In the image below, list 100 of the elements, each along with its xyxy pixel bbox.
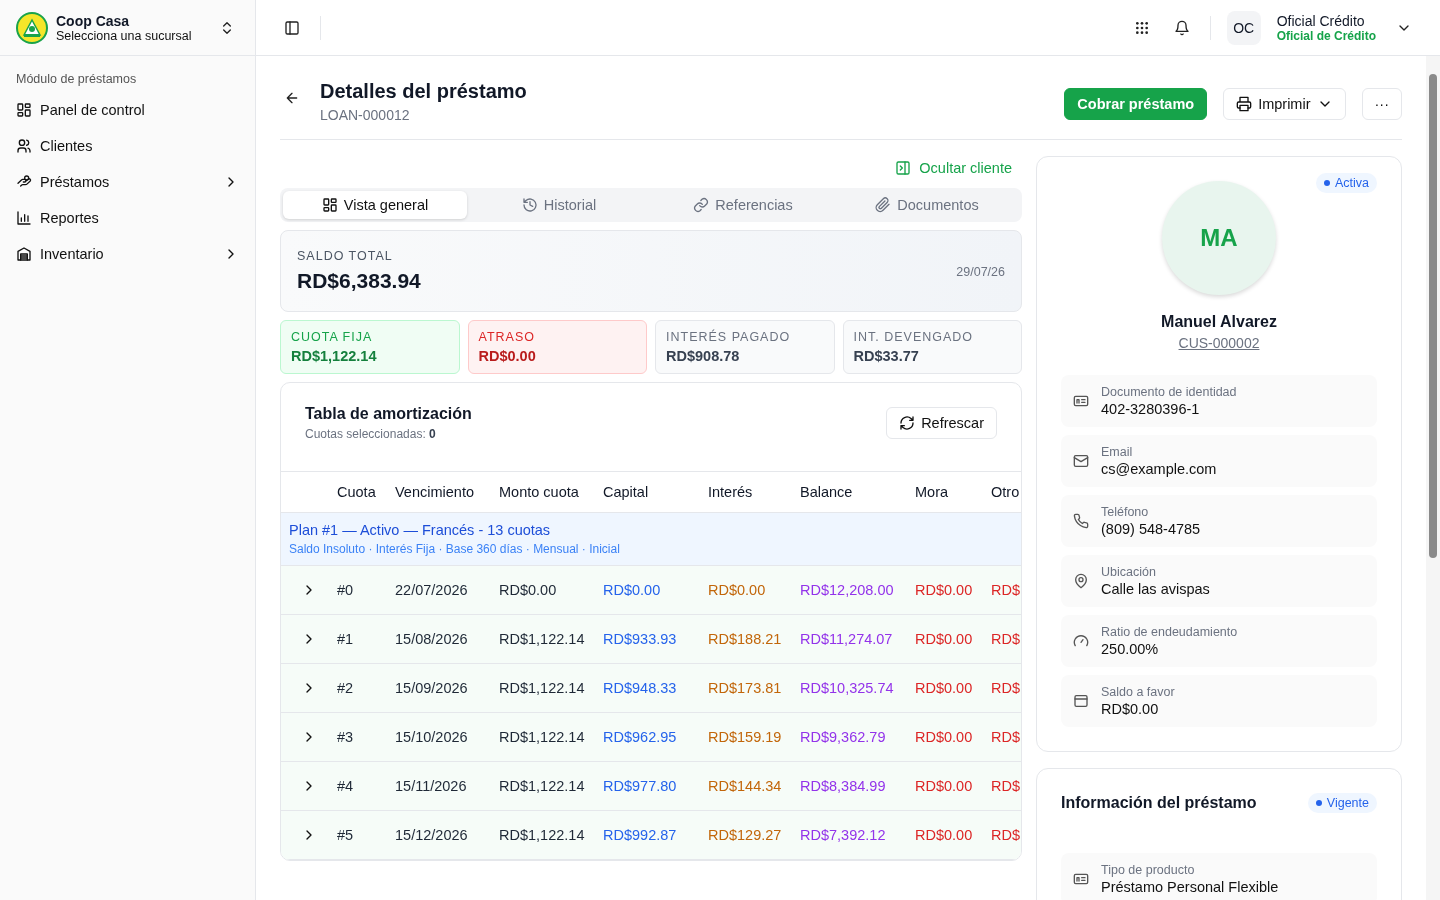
field-value: 250.00% — [1101, 641, 1160, 657]
bell-icon — [1173, 19, 1190, 36]
table-cell: RD$0.00 — [915, 811, 991, 860]
table-cell: RD$933.93 — [603, 615, 708, 664]
table-cell: 22/07/2026 — [395, 566, 499, 615]
page-title: Detalles del préstamo — [320, 80, 528, 103]
table-cell: RD$0.00 — [499, 566, 603, 615]
table-cell: RD$977.80 — [603, 762, 708, 811]
table-cell: RD$12,208.00 — [800, 566, 915, 615]
table-cell: #5 — [337, 811, 395, 860]
field-label: Email — [1101, 445, 1134, 459]
client-code-link[interactable]: CUS-000002 — [1178, 335, 1260, 351]
stat-label: ATRASO — [478, 330, 536, 344]
history-icon — [521, 197, 538, 213]
stat-label: INT. DEVENGADO — [853, 330, 975, 344]
total-balance-amount: RD$6,383.94 — [297, 269, 421, 293]
client-avatar: MA — [1162, 181, 1276, 295]
balance-date: 29/07/26 — [956, 265, 1005, 279]
sidebar-item[interactable]: Clientes — [0, 128, 255, 164]
table-cell: RD$ — [991, 664, 1021, 713]
panel-right-icon — [895, 160, 912, 176]
table-cell: RD$188.21 — [708, 615, 800, 664]
table-cell: RD$144.34 — [708, 762, 800, 811]
status-badge: Vigente — [1307, 793, 1377, 813]
grid-icon — [321, 197, 338, 213]
field-label: Teléfono — [1101, 505, 1150, 519]
table-cell: 15/11/2026 — [395, 762, 499, 811]
wallet-icon — [1073, 693, 1089, 709]
table-cell: RD$0.00 — [915, 664, 991, 713]
amortization-title: Tabla de amortización — [305, 405, 472, 423]
total-balance-label: SALDO TOTAL — [297, 249, 394, 263]
table-cell: RD$9,362.79 — [800, 713, 915, 762]
sidebar-section-title: Módulo de préstamos — [15, 71, 138, 88]
id-card-icon — [1073, 871, 1089, 887]
table-cell: RD$0.00 — [915, 566, 991, 615]
paperclip-icon — [875, 197, 892, 213]
tab[interactable]: Documentos — [835, 191, 1019, 219]
field-label: Documento de identidad — [1101, 385, 1237, 399]
user-role: Oficial de Crédito — [1276, 28, 1376, 43]
sidebar-item[interactable]: Reportes — [0, 200, 255, 236]
table-cell: RD$0.00 — [708, 566, 800, 615]
table-cell: RD$948.33 — [603, 664, 708, 713]
users-icon — [16, 138, 32, 154]
warehouse-icon — [16, 246, 32, 262]
table-cell: RD$1,122.14 — [499, 664, 603, 713]
more-button[interactable]: ··· — [1361, 88, 1402, 120]
plan-title: Plan #1 — Activo — Francés - 13 cuotas — [289, 522, 552, 538]
gauge-icon — [1073, 633, 1089, 649]
tab[interactable]: Referencias — [651, 191, 835, 219]
field-value: RD$0.00 — [1101, 701, 1160, 717]
panel-left-icon — [284, 19, 300, 36]
stat-value: RD$33.77 — [853, 348, 920, 364]
table-cell: RD$11,274.07 — [800, 615, 915, 664]
stat-value: RD$908.78 — [666, 348, 741, 364]
table-cell: RD$ — [991, 713, 1021, 762]
table-cell: RD$10,325.74 — [800, 664, 915, 713]
table-cell: RD$1,122.14 — [499, 811, 603, 860]
sidebar-item[interactable]: Panel de control — [0, 92, 255, 128]
field-value: Préstamo Personal Flexible — [1101, 879, 1279, 895]
refresh-button[interactable]: Refrescar — [886, 407, 997, 439]
table-cell: RD$129.27 — [708, 811, 800, 860]
table-cell: #0 — [337, 566, 395, 615]
field-label: Ratio de endeudamiento — [1101, 625, 1238, 639]
printer-icon — [1236, 96, 1253, 112]
table-cell: RD$173.81 — [708, 664, 800, 713]
table-cell: RD$ — [991, 615, 1021, 664]
table-cell: 15/10/2026 — [395, 713, 499, 762]
logo-icon — [16, 11, 48, 44]
refresh-icon — [899, 415, 916, 431]
table-cell: RD$962.95 — [603, 713, 708, 762]
field-label: Tipo de producto — [1101, 863, 1196, 877]
table-cell: #2 — [337, 664, 395, 713]
hand-coins-icon — [16, 174, 32, 190]
tab[interactable]: Vista general — [283, 191, 467, 219]
client-name: Manuel Alvarez — [1161, 313, 1277, 331]
table-cell: RD$7,392.12 — [800, 811, 915, 860]
field-value: cs@example.com — [1101, 461, 1217, 477]
scrollbar[interactable] — [1426, 56, 1440, 900]
table-cell: RD$8,384.99 — [800, 762, 915, 811]
status-badge: Activa — [1315, 173, 1377, 193]
table-cell: RD$1,122.14 — [499, 615, 603, 664]
table-cell: RD$ — [991, 566, 1021, 615]
field-value: 402-3280396-1 — [1101, 401, 1201, 417]
print-button[interactable]: Imprimir — [1223, 88, 1346, 120]
tab[interactable]: Historial — [467, 191, 651, 219]
grid-icon — [16, 102, 32, 118]
sidebar-item[interactable]: Préstamos — [0, 164, 255, 200]
mail-icon — [1073, 453, 1089, 469]
sidebar-item[interactable]: Inventario — [0, 236, 255, 272]
table-cell: #3 — [337, 713, 395, 762]
field-value: Calle las avispas — [1101, 581, 1210, 597]
apps-grid-icon — [1133, 19, 1150, 36]
field-label: Ubicación — [1101, 565, 1157, 579]
table-cell: RD$0.00 — [915, 615, 991, 664]
table-cell: 15/08/2026 — [395, 615, 499, 664]
table-cell: RD$1,122.14 — [499, 762, 603, 811]
stat-label: INTERÉS PAGADO — [666, 330, 792, 344]
stat-label: CUOTA FIJA — [291, 330, 374, 344]
table-cell: #1 — [337, 615, 395, 664]
user-avatar: OC — [1226, 10, 1261, 45]
